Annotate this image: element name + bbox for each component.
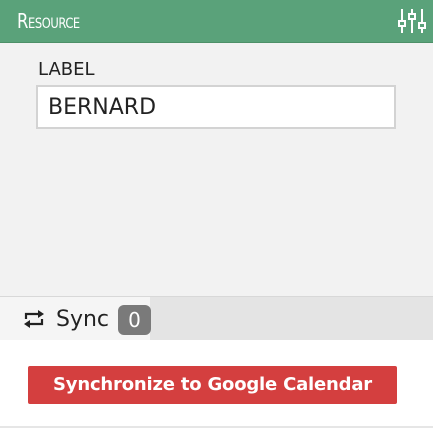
label-field-caption: LABEL <box>38 59 95 80</box>
sync-google-calendar-button[interactable]: Synchronize to Google Calendar <box>28 366 397 404</box>
tab-sync[interactable]: Sync 0 <box>0 297 151 341</box>
actions-area: Synchronize to Google Calendar <box>0 340 433 428</box>
panel-header: Resource <box>0 0 433 43</box>
panel-content: LABEL <box>0 43 433 296</box>
sync-icon <box>23 309 45 329</box>
panel-title: Resource <box>17 9 80 33</box>
resource-panel: Resource LABEL BERNARD Sync 0 Synchroniz… <box>0 0 433 428</box>
tab-sync-label: Sync <box>56 307 110 332</box>
sync-count-badge: 0 <box>118 305 151 335</box>
label-input[interactable] <box>36 85 396 129</box>
tab-bar: Sync 0 <box>0 296 433 341</box>
sliders-icon[interactable] <box>397 7 427 35</box>
